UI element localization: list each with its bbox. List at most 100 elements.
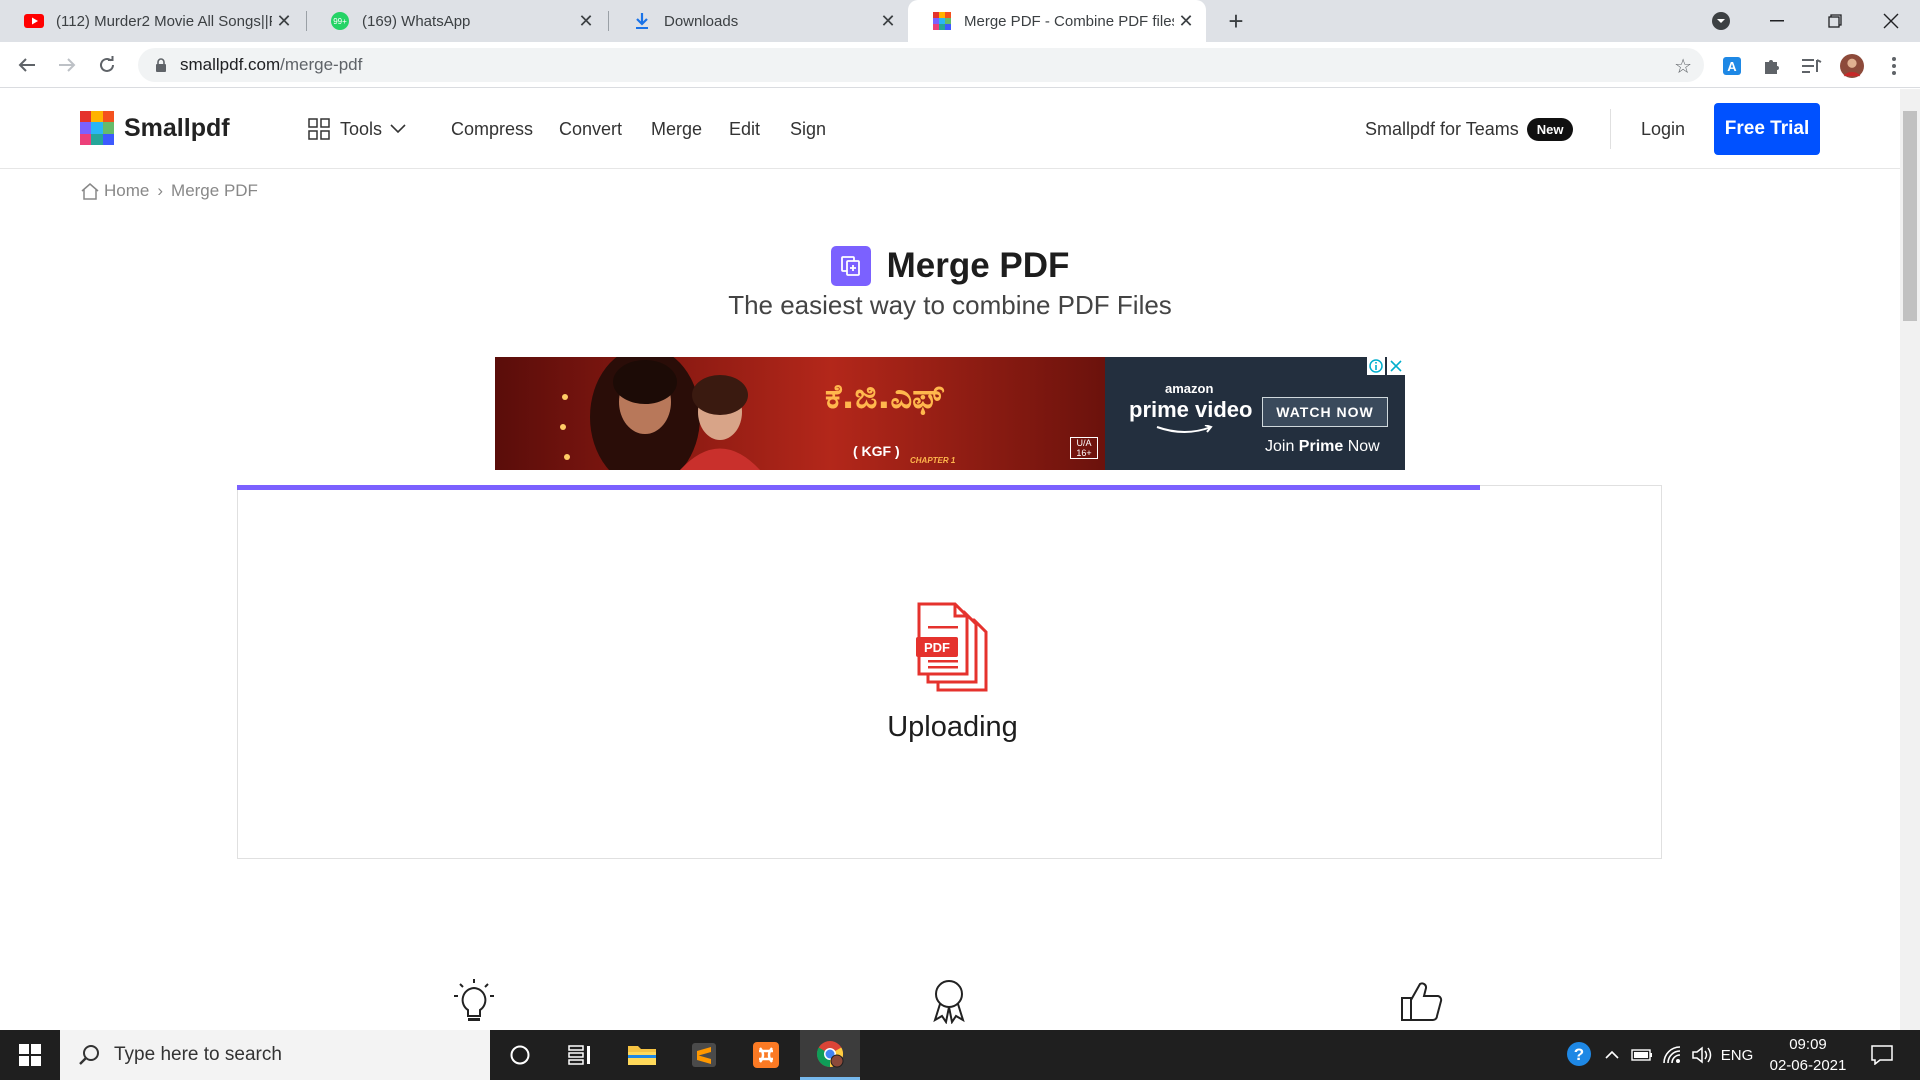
close-icon [1883, 13, 1899, 29]
notification-icon[interactable] [1862, 1030, 1902, 1080]
windows-taskbar: Type here to search ? ENG 09:09 02-06-20… [0, 1030, 1920, 1080]
arrow-left-icon [18, 58, 35, 72]
ad-rating: U/A 16+ [1070, 437, 1098, 459]
close-icon[interactable]: ✕ [574, 9, 598, 33]
header-divider [1610, 109, 1611, 149]
tab-whatsapp[interactable]: 99+ (169) WhatsApp ✕ [306, 0, 606, 42]
puzzle-icon[interactable] [1760, 54, 1784, 78]
ad-prime-panel: amazon prime video WATCH NOW Join Prime … [1105, 357, 1405, 470]
new-badge: New [1526, 117, 1574, 141]
help-tray-icon[interactable]: ? [1562, 1030, 1598, 1080]
tab-youtube[interactable]: (112) Murder2 Movie All Songs||F ✕ [0, 0, 304, 42]
sublime-text-app[interactable] [674, 1030, 734, 1080]
page-subtitle: The easiest way to combine PDF Files [728, 290, 1172, 320]
svg-text:?: ? [1574, 1045, 1584, 1064]
avatar[interactable] [1840, 54, 1864, 78]
chevron-down-icon [390, 124, 406, 134]
address-bar[interactable]: smallpdf.com/merge-pdf ☆ [138, 48, 1704, 82]
ad-movie-subtitle: ( KGF ) [853, 443, 900, 459]
chrome-icon [816, 1040, 844, 1067]
reload-button[interactable] [92, 50, 122, 80]
logo-mark [80, 111, 114, 145]
download-icon [632, 11, 652, 31]
close-icon[interactable]: ✕ [272, 9, 296, 33]
nav-teams[interactable]: Smallpdf for Teams New [1365, 89, 1574, 169]
tab-downloads[interactable]: Downloads ✕ [608, 0, 908, 42]
lightbulb-icon [452, 978, 496, 1024]
speaker-icon[interactable] [1688, 1030, 1716, 1080]
tab-search-button[interactable] [1692, 0, 1750, 42]
ad-info-icon[interactable] [1367, 357, 1385, 375]
cortana-button[interactable] [490, 1030, 550, 1080]
close-icon[interactable]: ✕ [876, 9, 900, 33]
award-ribbon-icon [927, 978, 971, 1025]
minimize-icon [1770, 20, 1784, 22]
kebab-menu-icon[interactable] [1882, 54, 1906, 78]
chevron-up-icon[interactable] [1600, 1030, 1624, 1080]
windows-start-button[interactable] [0, 1030, 60, 1080]
nav-compress[interactable]: Compress [451, 89, 533, 169]
task-view-button[interactable] [550, 1030, 610, 1080]
merge-icon [830, 246, 871, 286]
ad-chapter: CHAPTER 1 [910, 456, 956, 465]
battery-icon[interactable] [1628, 1030, 1656, 1080]
breadcrumb-current: Merge PDF [171, 181, 258, 200]
upload-status: Uploading [887, 711, 1018, 743]
extension-icon[interactable]: A [1720, 54, 1744, 78]
scrollbar-thumb[interactable] [1903, 111, 1917, 321]
search-icon [79, 1045, 99, 1065]
reload-icon [100, 56, 114, 72]
nav-convert[interactable]: Convert [559, 89, 622, 169]
smallpdf-logo[interactable]: Smallpdf [80, 111, 230, 145]
wifi-icon[interactable] [1658, 1030, 1686, 1080]
task-view-icon [568, 1045, 590, 1065]
breadcrumb-separator: › [157, 181, 164, 200]
svg-text:A: A [1727, 59, 1737, 74]
ad-join-bold: Prime [1298, 438, 1344, 455]
language-indicator[interactable]: ENG [1718, 1030, 1756, 1080]
page-heading: Merge PDF [0, 246, 1900, 286]
folder-icon [628, 1046, 656, 1065]
free-trial-button[interactable]: Free Trial [1714, 103, 1820, 155]
arrow-right-icon [59, 58, 76, 72]
chevron-down-icon [1712, 12, 1730, 30]
ad-watch-now-button[interactable]: WATCH NOW [1262, 397, 1388, 427]
thumbs-up-icon [1400, 978, 1444, 1024]
lock-icon [152, 56, 170, 74]
tab-label: Downloads [664, 12, 739, 30]
back-button[interactable] [12, 50, 42, 80]
svg-text:99+: 99+ [333, 17, 347, 26]
system-clock[interactable]: 09:09 02-06-2021 [1756, 1034, 1860, 1076]
minimize-button[interactable] [1748, 0, 1806, 42]
ad-brand: prime video [1129, 397, 1253, 422]
new-tab-button[interactable]: + [1222, 6, 1250, 36]
nav-merge[interactable]: Merge [651, 89, 702, 169]
amazon-smile-icon [1156, 425, 1213, 433]
forward-button[interactable] [52, 50, 82, 80]
bookmark-star-icon[interactable]: ☆ [1674, 54, 1692, 79]
close-icon[interactable]: ✕ [1174, 9, 1198, 33]
xampp-app[interactable] [736, 1030, 796, 1080]
file-explorer-app[interactable] [612, 1030, 672, 1080]
windows-logo-icon [19, 1044, 41, 1066]
taskbar-search-box[interactable]: Type here to search [60, 1030, 490, 1080]
login-link[interactable]: Login [1641, 89, 1685, 169]
nav-sign[interactable]: Sign [790, 89, 826, 169]
close-window-button[interactable] [1862, 0, 1920, 42]
url-path: /merge-pdf [280, 55, 363, 74]
tab-merge-pdf[interactable]: Merge PDF - Combine PDF files o ✕ [908, 0, 1206, 42]
tab-label: (169) WhatsApp [362, 12, 471, 30]
nav-edit[interactable]: Edit [729, 89, 760, 169]
ad-movie-title: ಕೆ.ಜಿ.ಎಫ್ [825, 377, 945, 417]
advertisement-banner[interactable]: ಕೆ.ಜಿ.ಎಫ್ ( KGF ) CHAPTER 1 U/A 16+ amaz… [495, 357, 1405, 470]
ad-join-prefix: Join [1265, 438, 1299, 455]
tools-menu[interactable]: Tools [308, 89, 406, 169]
upload-progress-bar [237, 485, 1480, 490]
taskbar-search-placeholder: Type here to search [114, 1044, 282, 1065]
restore-button[interactable] [1806, 0, 1864, 42]
chrome-app[interactable] [800, 1030, 860, 1080]
reading-list-icon[interactable] [1800, 54, 1824, 78]
url-domain: smallpdf.com [180, 55, 281, 74]
ad-close-icon[interactable] [1387, 357, 1405, 375]
breadcrumb-home[interactable]: Home [104, 181, 149, 201]
